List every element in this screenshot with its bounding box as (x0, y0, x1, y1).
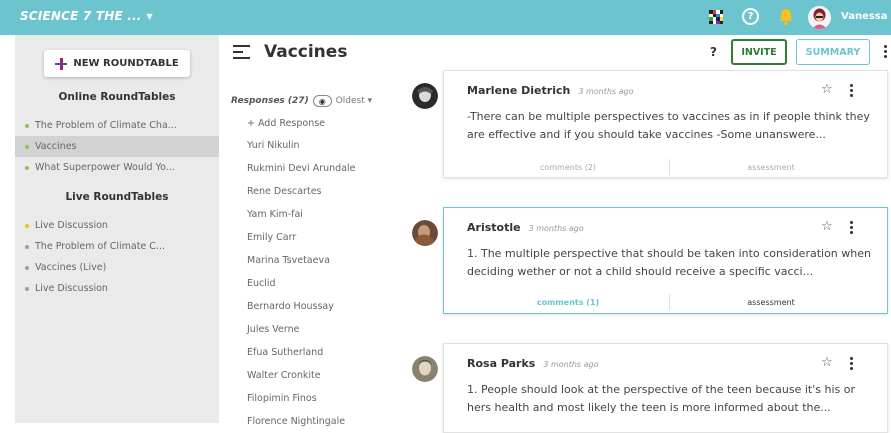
respondent-item[interactable]: Yuri Nikulin (247, 140, 300, 151)
respondent-item[interactable]: Efua Sutherland (247, 347, 323, 358)
responses-count: Responses (27) (231, 96, 309, 106)
respondent-item[interactable]: Rene Descartes (247, 186, 321, 197)
online-roundtables-heading: Online RoundTables (58, 91, 176, 103)
comments-link[interactable]: comments (1) (467, 294, 669, 310)
respondent-item[interactable]: Bernardo Houssay (247, 301, 334, 312)
response-card[interactable]: Marlene Dietrich 3 months ago ☆ -There can … (443, 70, 888, 178)
invite-button[interactable]: INVITE (731, 39, 787, 65)
sidebar-item-live[interactable]: The Problem of Climate C... (15, 236, 219, 257)
response-text: 1. People should look at the perspective… (467, 383, 855, 414)
respondent-item[interactable]: Jules Verne (247, 324, 300, 335)
status-dot (25, 223, 29, 228)
response-text: 1. The multiple perspective that should … (467, 247, 871, 278)
status-dot (25, 265, 29, 270)
respondent-item[interactable]: Emily Carr (247, 232, 296, 243)
avatar[interactable] (412, 220, 438, 246)
sidebar-item-online[interactable]: Vaccines (15, 136, 219, 157)
author-label: Marlene Dietrich (467, 84, 571, 97)
new-roundtable-label: NEW ROUNDTABLE (73, 58, 179, 69)
kebab-icon[interactable] (850, 357, 853, 372)
avatar[interactable] (412, 83, 438, 109)
response-card[interactable]: Rosa Parks 3 months ago ☆ 1. People should … (443, 343, 888, 433)
assessment-link[interactable]: assessment (670, 159, 872, 175)
kebab-icon[interactable] (850, 84, 853, 99)
timestamp: 3 months ago (578, 87, 634, 96)
sidebar-item-online[interactable]: The Problem of Climate Cha... (15, 115, 219, 136)
sidebar-item-label: Vaccines (35, 141, 77, 152)
user-name[interactable]: Vanessa (841, 11, 888, 22)
sidebar-item-live[interactable]: Vaccines (Live) (15, 257, 219, 278)
respondent-item[interactable]: Yam Kim-fai (247, 209, 303, 220)
respondent-item[interactable]: Marina Tsvetaeva (247, 255, 330, 266)
plus-icon (55, 57, 68, 70)
caret-down-icon: ▼ (146, 11, 153, 21)
summary-button[interactable]: SUMMARY (796, 39, 870, 65)
status-dot (25, 123, 29, 128)
apps-grid-icon[interactable] (709, 10, 723, 24)
respondent-item[interactable]: Filopimin Finos (247, 393, 317, 404)
assessment-link[interactable]: assessment (670, 294, 872, 310)
card-footer: comments (1) assessment (467, 293, 872, 310)
avatar[interactable] (412, 356, 438, 382)
sidebar-item-label: What Superpower Would Yo... (35, 162, 175, 173)
respondent-item[interactable]: Walter Cronkite (247, 370, 321, 381)
respondent-item[interactable]: Euclid (247, 278, 276, 289)
sidebar-item-live[interactable]: Live Discussion (15, 278, 219, 299)
course-title: SCIENCE 7 THE ... (20, 9, 142, 23)
author-label: Aristotle (467, 221, 521, 234)
response-text: -There can be multiple perspectives to v… (467, 110, 870, 141)
sidebar-item-label: Live Discussion (35, 220, 108, 231)
eye-icon[interactable]: ◉ (312, 95, 332, 107)
star-icon[interactable]: ☆ (821, 219, 833, 234)
sidebar: NEW ROUNDTABLE Online RoundTables The Pr… (15, 35, 219, 423)
responses-header: Responses (27) ◉ Oldest ▾ (231, 95, 372, 107)
sidebar-item-label: Live Discussion (35, 283, 108, 294)
author-name: Rosa Parks 3 months ago (467, 357, 599, 370)
help-button[interactable]: ? (710, 45, 717, 59)
sidebar-item-label: The Problem of Climate C... (35, 241, 165, 252)
page-title: Vaccines (264, 42, 348, 62)
sort-label: Oldest (335, 96, 365, 106)
response-card[interactable]: Aristotle 3 months ago ☆ 1. The multiple pe… (443, 207, 888, 314)
author-name: Aristotle 3 months ago (467, 221, 584, 234)
respondent-item[interactable]: Rukmini Devi Arundale (247, 163, 356, 174)
sidebar-item-label: The Problem of Climate Cha... (35, 120, 177, 131)
help-icon[interactable]: ? (742, 8, 759, 25)
author-label: Rosa Parks (467, 357, 536, 370)
bell-icon[interactable] (778, 8, 794, 26)
card-footer: comments (2) assessment (467, 158, 872, 175)
sidebar-item-label: Vaccines (Live) (35, 262, 107, 273)
add-response-link[interactable]: + Add Response (247, 118, 325, 129)
star-icon[interactable]: ☆ (821, 355, 833, 370)
status-dot (25, 165, 29, 170)
status-dot (25, 144, 29, 149)
sort-dropdown[interactable]: Oldest ▾ (336, 96, 372, 106)
comments-link[interactable]: comments (2) (467, 159, 669, 175)
sidebar-item-online[interactable]: What Superpower Would Yo... (15, 157, 219, 178)
respondent-item[interactable]: Florence Nightingale (247, 416, 345, 427)
kebab-icon[interactable] (850, 221, 853, 236)
new-roundtable-button[interactable]: NEW ROUNDTABLE (44, 50, 190, 77)
course-selector[interactable]: SCIENCE 7 THE ... ▼ (20, 9, 153, 23)
timestamp: 3 months ago (528, 224, 584, 233)
menu-icon[interactable] (233, 45, 250, 59)
status-dot (25, 286, 29, 291)
status-dot (25, 244, 29, 249)
star-icon[interactable]: ☆ (821, 82, 833, 97)
top-bar: SCIENCE 7 THE ... ▼ ? Vanessa (0, 0, 891, 35)
live-roundtables-heading: Live RoundTables (65, 191, 169, 203)
user-avatar[interactable] (808, 6, 831, 29)
author-name: Marlene Dietrich 3 months ago (467, 84, 634, 97)
sidebar-item-live[interactable]: Live Discussion (15, 215, 219, 236)
kebab-icon[interactable] (884, 45, 887, 59)
page-header: Vaccines (233, 42, 347, 62)
timestamp: 3 months ago (543, 360, 599, 369)
